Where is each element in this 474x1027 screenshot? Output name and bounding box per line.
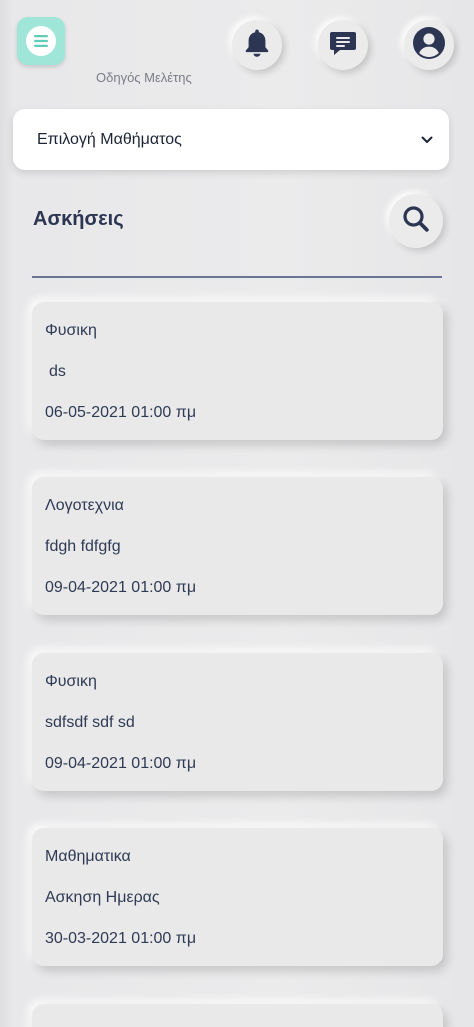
exercise-date: 09-04-2021 01:00 πμ: [45, 755, 197, 772]
exercise-title: ds: [49, 363, 66, 380]
bell-icon: [244, 28, 270, 63]
exercise-card[interactable]: Λογοτεχνια fdgh fdfgfg 09-04-2021 01:00 …: [32, 477, 443, 615]
course-select[interactable]: Επιλογή Μαθήματος: [13, 109, 449, 170]
exercise-subject: Φυσικη: [45, 673, 97, 690]
divider: [32, 276, 442, 278]
user-icon: [412, 26, 446, 65]
exercise-card[interactable]: Φυσικη sdfsdf sdf sd 09-04-2021 01:00 πμ: [32, 653, 443, 791]
exercise-subject: Φυσικη: [45, 322, 97, 339]
chat-icon: [328, 28, 358, 63]
search-button[interactable]: [389, 194, 443, 248]
exercise-subject: Λογοτεχνια: [45, 497, 124, 514]
header: Οδηγός Μελέτης: [0, 0, 474, 92]
profile-button[interactable]: [404, 20, 454, 70]
notifications-button[interactable]: [232, 20, 282, 70]
exercise-card[interactable]: [32, 1004, 443, 1027]
page: Οδηγός Μελέτης Επιλογή Μαθήματος Ασκήσει…: [0, 0, 474, 1027]
menu-icon: [26, 26, 56, 56]
exercise-title: sdfsdf sdf sd: [45, 714, 135, 731]
exercise-title: Ασκηση Ημερας: [45, 889, 160, 906]
app-subtitle: Οδηγός Μελέτης: [96, 70, 192, 85]
exercise-card[interactable]: Φυσικη ds 06-05-2021 01:00 πμ: [32, 302, 443, 440]
section-title: Ασκήσεις: [33, 208, 124, 230]
exercise-card[interactable]: Μαθηματικα Ασκηση Ημερας 30-03-2021 01:0…: [32, 828, 443, 966]
exercise-date: 30-03-2021 01:00 πμ: [45, 930, 197, 947]
menu-button[interactable]: [17, 17, 65, 65]
search-icon: [401, 204, 431, 239]
exercise-date: 06-05-2021 01:00 πμ: [45, 404, 197, 421]
exercise-title: fdgh fdfgfg: [45, 538, 121, 555]
chevron-down-icon: [421, 131, 433, 149]
messages-button[interactable]: [318, 20, 368, 70]
course-select-label: Επιλογή Μαθήματος: [37, 130, 182, 148]
exercise-date: 09-04-2021 01:00 πμ: [45, 579, 197, 596]
exercise-subject: Μαθηματικα: [45, 848, 131, 865]
